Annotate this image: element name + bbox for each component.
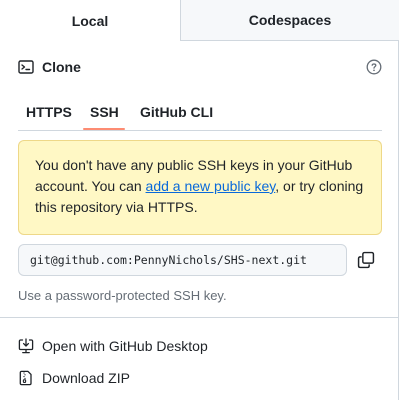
copy-icon: [357, 251, 375, 269]
open-github-desktop-label: Open with GitHub Desktop: [42, 338, 208, 354]
clone-panel: Local Codespaces Clone HTTPS SSH GitHub …: [0, 0, 399, 400]
terminal-icon: [18, 60, 34, 74]
tab-ssh[interactable]: SSH: [90, 92, 119, 131]
desktop-download-icon: [18, 338, 34, 354]
add-public-key-link[interactable]: add a new public key: [146, 178, 276, 194]
location-tabs: Local Codespaces: [0, 0, 399, 41]
file-zip-icon: [19, 370, 32, 386]
clone-title: Clone: [42, 59, 81, 75]
open-github-desktop-button[interactable]: Open with GitHub Desktop: [18, 335, 208, 357]
clone-url-field[interactable]: git@github.com:PennyNichols/SHS-next.git: [18, 244, 347, 276]
question-circle-icon[interactable]: [366, 59, 382, 75]
tab-https[interactable]: HTTPS: [26, 92, 72, 131]
tab-github-cli[interactable]: GitHub CLI: [140, 92, 213, 131]
ssh-key-warning: You don't have any public SSH keys in yo…: [18, 140, 382, 235]
tab-local[interactable]: Local: [0, 0, 180, 41]
protocol-tabs: HTTPS SSH GitHub CLI: [18, 92, 382, 131]
ssh-hint-text: Use a password-protected SSH key.: [18, 288, 227, 303]
selected-tab-underline: [83, 128, 125, 130]
clone-header: Clone: [18, 56, 382, 78]
download-zip-label: Download ZIP: [42, 370, 130, 386]
copy-url-button[interactable]: [354, 249, 378, 271]
divider: [0, 317, 399, 318]
tab-codespaces[interactable]: Codespaces: [180, 0, 399, 41]
download-zip-button[interactable]: Download ZIP: [18, 367, 130, 389]
